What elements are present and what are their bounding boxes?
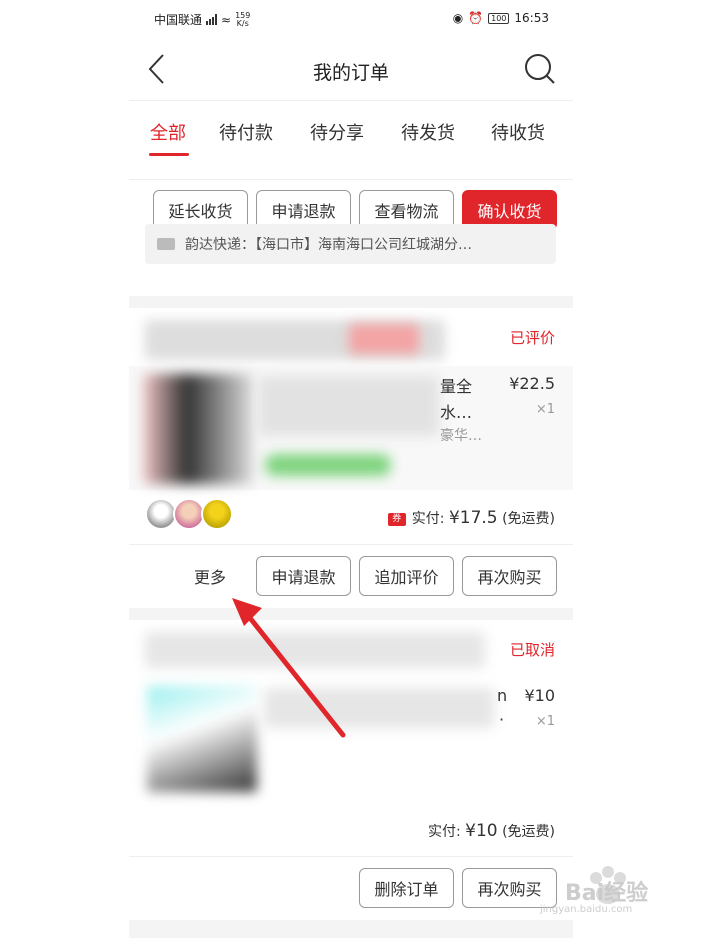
group-info-row: 券实付: ¥17.5 (免运费) bbox=[129, 490, 573, 545]
more-button[interactable]: 更多 bbox=[169, 556, 251, 596]
eye-icon: ◉ bbox=[452, 11, 464, 25]
product-title-blurred bbox=[264, 688, 494, 728]
product-title-fragment-2: · bbox=[499, 710, 505, 729]
order-status: 已评价 bbox=[509, 329, 555, 347]
search-button[interactable] bbox=[523, 52, 557, 86]
status-bar: 中国联通 ≈ 159 K/s ◉ ⏰ 100 16:53 bbox=[129, 0, 573, 38]
product-image-blurred bbox=[147, 686, 257, 792]
product-quantity: ×1 bbox=[535, 714, 555, 729]
add-review-button[interactable]: 追加评价 bbox=[359, 556, 454, 596]
product-row[interactable]: n · ¥10 ×1 bbox=[129, 680, 573, 798]
shop-name-blurred bbox=[145, 632, 485, 668]
paid-amount: 券实付: ¥17.5 (免运费) bbox=[387, 508, 555, 528]
nav-bar: 我的订单 bbox=[129, 38, 573, 100]
tab-pending-share[interactable]: 待分享 bbox=[310, 119, 364, 145]
request-refund-button[interactable]: 申请退款 bbox=[256, 556, 351, 596]
carrier-label: 中国联通 bbox=[154, 13, 203, 27]
product-image-blurred bbox=[143, 374, 253, 484]
shop-badge-blurred bbox=[349, 324, 419, 354]
search-icon bbox=[525, 54, 555, 84]
tab-all[interactable]: 全部 bbox=[150, 119, 186, 145]
product-row[interactable]: 量全 水… 豪华… ¥22.5 ×1 bbox=[129, 366, 573, 490]
product-title-fragment: n bbox=[497, 686, 508, 705]
payment-row: 实付: ¥10 (免运费) bbox=[129, 806, 573, 857]
tab-pending-payment[interactable]: 待付款 bbox=[219, 119, 273, 145]
delete-order-button[interactable]: 删除订单 bbox=[359, 868, 454, 908]
tab-pending-shipment[interactable]: 待发货 bbox=[401, 119, 455, 145]
tab-active-indicator bbox=[149, 153, 189, 156]
battery-icon: 100 bbox=[488, 12, 510, 24]
logistics-text: 韵达快递：【海口市】海南海口公司红城湖分… bbox=[185, 237, 472, 253]
logistics-bar[interactable]: 韵达快递：【海口市】海南海口公司红城湖分… bbox=[145, 224, 556, 264]
order-status: 已取消 bbox=[509, 641, 555, 659]
product-price: ¥22.5 bbox=[509, 374, 555, 393]
network-speed: 159 K/s bbox=[235, 10, 251, 28]
order-tabs: 全部 待付款 待分享 待发货 待收货 bbox=[129, 100, 573, 159]
phone-screen: 中国联通 ≈ 159 K/s ◉ ⏰ 100 16:53 我的订单 全部 待付款 … bbox=[129, 0, 573, 938]
product-quantity: ×1 bbox=[535, 402, 555, 417]
order-card-3: 已取消 n · ¥10 ×1 实付: ¥10 (免运费) 删除订单 再次购买 bbox=[129, 620, 573, 920]
buy-again-button[interactable]: 再次购买 bbox=[462, 556, 557, 596]
order-card-2: 已评价 量全 水… 豪华… ¥22.5 ×1 券实付: ¥17.5 (免运费) … bbox=[129, 308, 573, 608]
wifi-icon: ≈ bbox=[221, 12, 232, 27]
watermark-url: jingyan.baidu.com bbox=[540, 904, 633, 915]
page-title: 我的订单 bbox=[312, 62, 389, 84]
coupon-icon: 券 bbox=[387, 512, 406, 526]
product-title-fragment-2: 水… bbox=[440, 403, 473, 422]
order-card-1: 延长收货 申请退款 查看物流 确认收货 韵达快递：【海口市】海南海口公司红城湖分… bbox=[129, 159, 573, 296]
product-price: ¥10 bbox=[524, 686, 555, 705]
tab-pending-receipt[interactable]: 待收货 bbox=[491, 119, 545, 145]
avatar bbox=[201, 498, 233, 530]
clock-time: 16:53 bbox=[514, 11, 549, 25]
signal-icon bbox=[206, 14, 218, 25]
paid-amount: 实付: ¥10 (免运费) bbox=[427, 821, 555, 841]
product-tag-blurred bbox=[265, 454, 391, 476]
alarm-icon: ⏰ bbox=[468, 11, 484, 25]
product-spec-fragment: 豪华… bbox=[440, 428, 482, 444]
product-title-fragment-1: 量全 bbox=[440, 377, 473, 396]
watermark-text: Bai经验 bbox=[565, 881, 649, 906]
order-card-top-strip bbox=[129, 159, 573, 180]
product-title-blurred bbox=[259, 376, 439, 436]
truck-icon bbox=[157, 238, 175, 250]
